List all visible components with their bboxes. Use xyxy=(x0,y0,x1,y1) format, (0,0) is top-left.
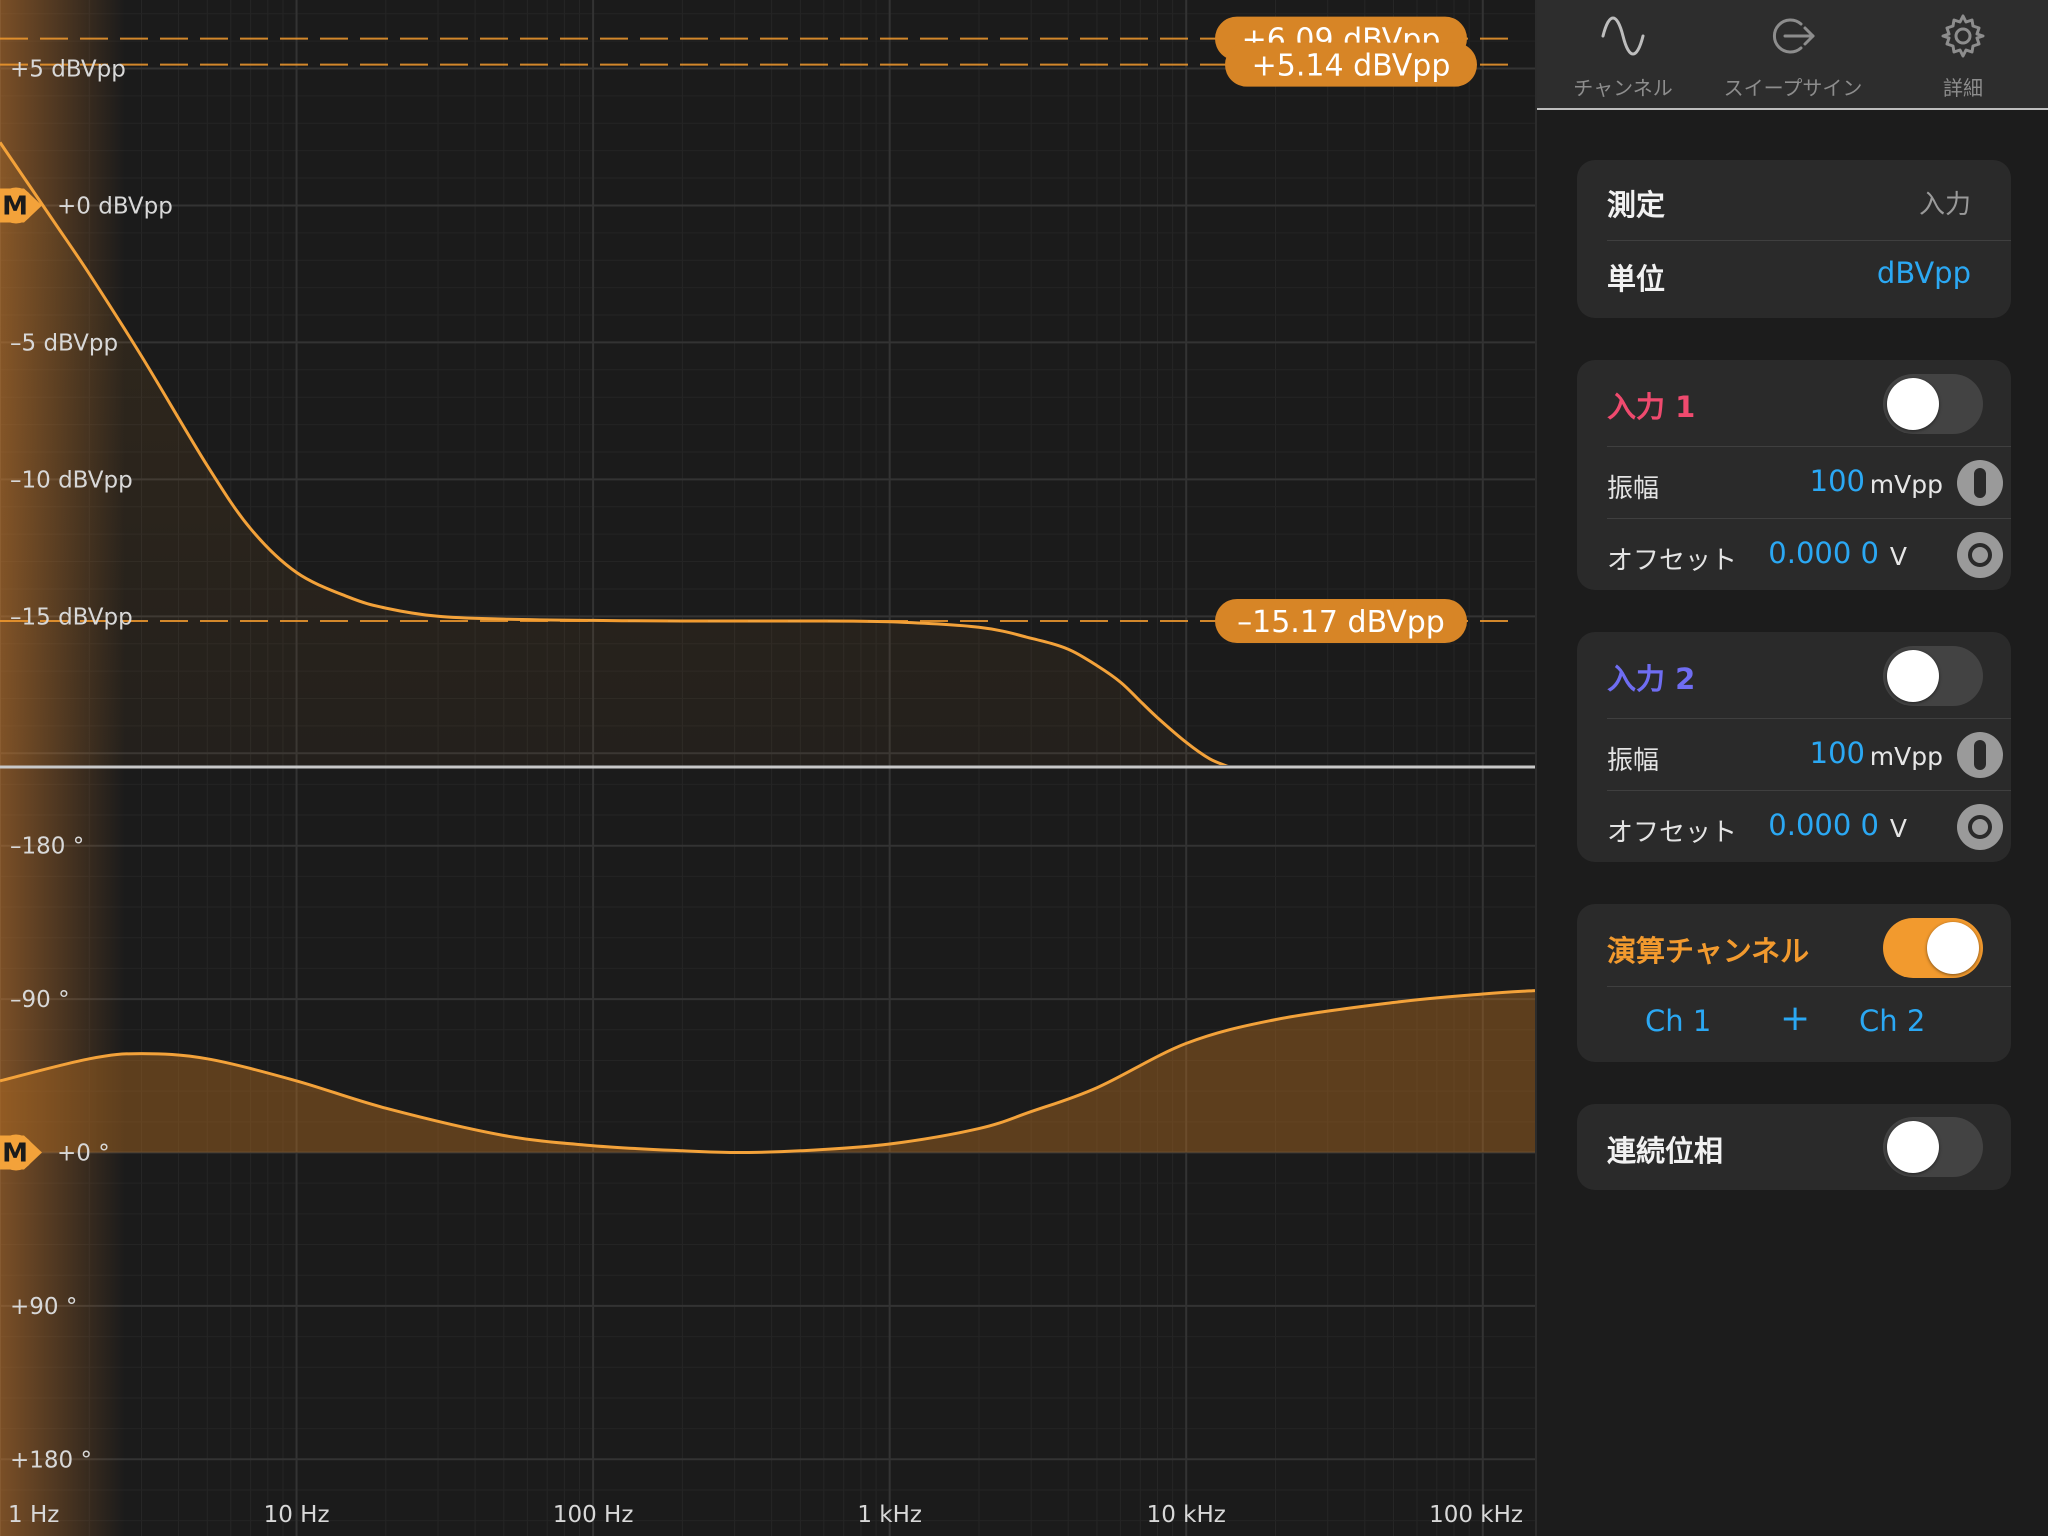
knob-indicator xyxy=(1968,815,1992,839)
math-expression-row: Ch 1 + Ch 2 xyxy=(1577,986,2011,1058)
tab-sweep-sine-label: スイープサイン xyxy=(1723,76,1863,100)
math-channel-title-row: 演算チャンネル xyxy=(1577,904,2011,978)
input1-amplitude-knob[interactable] xyxy=(1957,460,2003,506)
input1-amplitude-label: 振幅 xyxy=(1607,474,1660,504)
math-channel-b[interactable]: Ch 2 xyxy=(1859,1004,1925,1038)
input2-amplitude-knob[interactable] xyxy=(1957,732,2003,778)
x-tick-label: 10 kHz xyxy=(1147,1502,1226,1528)
y-tick-label: –5 dBVpp xyxy=(10,330,118,356)
input1-amplitude-unit: mVpp xyxy=(1869,470,1943,499)
input1-title-row: 入力 1 xyxy=(1577,360,2011,434)
continuous-phase-label: 連続位相 xyxy=(1607,1134,1724,1168)
input1-title: 入力 1 xyxy=(1607,390,1696,424)
input2-offset-knob[interactable] xyxy=(1957,804,2003,850)
unit-row[interactable]: 単位 dBVpp xyxy=(1577,240,2011,312)
plot-area[interactable]: +5 dBVpp +0 dBVpp –5 dBVpp –10 dBVpp –15 dBV… xyxy=(0,0,1535,1536)
x-tick-label: 1 kHz xyxy=(857,1502,922,1528)
tab-channel[interactable]: チャンネル xyxy=(1543,0,1703,108)
continuous-phase-card: 連続位相 xyxy=(1577,1104,2011,1190)
measure-row[interactable]: 測定 入力 xyxy=(1577,160,2011,232)
x-tick-label: 1 Hz xyxy=(8,1502,59,1528)
unit-value: dBVpp xyxy=(1876,256,1971,290)
measurement-card: 測定 入力 単位 dBVpp xyxy=(1577,160,2011,318)
x-tick-label: 100 Hz xyxy=(553,1502,634,1528)
y-tick-label: +5 dBVpp xyxy=(10,56,126,82)
marker-label[interactable]: –15.17 dBVpp xyxy=(1215,598,1467,643)
tab-details-label: 詳細 xyxy=(1943,76,1983,100)
magnitude-fill xyxy=(0,142,1225,765)
input2-title-row: 入力 2 xyxy=(1577,632,2011,706)
input2-amplitude-row: 振幅 100 mVpp xyxy=(1577,718,2011,790)
tab-details[interactable]: 詳細 xyxy=(1883,0,2043,108)
input2-offset-value[interactable]: 0.000 0 xyxy=(1768,808,1879,842)
y-tick-label: –10 dBVpp xyxy=(10,467,133,493)
input2-card: 入力 2 振幅 100 mVpp オフセット 0.000 0 V xyxy=(1577,632,2011,862)
marker-value: +5.14 dBVpp xyxy=(1252,49,1451,84)
toggle-knob xyxy=(1887,650,1939,702)
gear-icon xyxy=(1941,14,1985,58)
input2-offset-row: オフセット 0.000 0 V xyxy=(1577,790,2011,862)
toggle-knob xyxy=(1927,922,1979,974)
math-channel-toggle[interactable] xyxy=(1883,918,1983,978)
tab-sweep-sine[interactable]: スイープサイン xyxy=(1713,0,1873,108)
input1-offset-value[interactable]: 0.000 0 xyxy=(1768,536,1879,570)
input1-amplitude-row: 振幅 100 mVpp xyxy=(1577,446,2011,518)
x-tick-label: 100 kHz xyxy=(1429,1502,1523,1528)
reference-marker-label: M xyxy=(2,1139,28,1169)
tab-channel-label: チャンネル xyxy=(1573,76,1673,100)
marker-label[interactable]: +5.14 dBVpp xyxy=(1225,42,1477,87)
continuous-phase-toggle[interactable] xyxy=(1883,1117,1983,1177)
knob-indicator xyxy=(1974,468,1986,498)
y-tick-label: –15 dBVpp xyxy=(10,604,133,630)
input1-amplitude-value[interactable]: 100 xyxy=(1810,464,1865,498)
y-tick-label: +0 dBVpp xyxy=(57,193,173,219)
frequency-response-plot[interactable]: +5 dBVpp +0 dBVpp –5 dBVpp –10 dBVpp –15 dBV… xyxy=(0,0,1535,1536)
sweep-export-icon xyxy=(1772,18,1815,54)
y-tick-label: –90 ° xyxy=(10,987,70,1013)
math-channel-title: 演算チャンネル xyxy=(1607,934,1810,968)
input1-offset-unit: V xyxy=(1889,542,1907,571)
y-tick-label: +0 ° xyxy=(57,1141,110,1167)
math-channel-a[interactable]: Ch 1 xyxy=(1645,1004,1711,1038)
input2-amplitude-label: 振幅 xyxy=(1607,746,1660,776)
toggle-knob xyxy=(1887,1121,1939,1173)
y-tick-label: +90 ° xyxy=(10,1294,77,1320)
sine-wave-icon xyxy=(1601,16,1645,56)
input2-toggle[interactable] xyxy=(1883,646,1983,706)
input2-offset-label: オフセット xyxy=(1607,818,1738,848)
input1-toggle[interactable] xyxy=(1883,374,1983,434)
input1-offset-knob[interactable] xyxy=(1957,532,2003,578)
y-tick-label: –180 ° xyxy=(10,834,84,860)
y-tick-label: +180 ° xyxy=(10,1447,92,1473)
settings-sidebar: チャンネル スイープサイン 詳細 測定 入力 単位 dBVpp 入力 1 振幅 … xyxy=(1535,0,2048,1536)
measure-value: 入力 xyxy=(1918,190,1971,220)
measure-label: 測定 xyxy=(1607,188,1666,222)
x-tick-label: 10 Hz xyxy=(264,1502,330,1528)
math-operator[interactable]: + xyxy=(1780,998,1810,1039)
input2-offset-unit: V xyxy=(1889,814,1907,843)
input1-offset-row: オフセット 0.000 0 V xyxy=(1577,518,2011,590)
math-channel-card: 演算チャンネル Ch 1 + Ch 2 xyxy=(1577,904,2011,1062)
input1-card: 入力 1 振幅 100 mVpp オフセット 0.000 0 V xyxy=(1577,360,2011,590)
tab-bar: チャンネル スイープサイン 詳細 xyxy=(1537,0,2048,110)
input2-title: 入力 2 xyxy=(1607,662,1696,696)
input2-amplitude-value[interactable]: 100 xyxy=(1810,736,1865,770)
input2-amplitude-unit: mVpp xyxy=(1869,742,1943,771)
input1-offset-label: オフセット xyxy=(1607,546,1738,576)
unit-label: 単位 xyxy=(1607,262,1666,296)
reference-marker-label: M xyxy=(2,191,28,221)
marker-value: –15.17 dBVpp xyxy=(1237,605,1445,640)
knob-indicator xyxy=(1974,740,1986,770)
knob-indicator xyxy=(1968,543,1992,567)
toggle-knob xyxy=(1887,378,1939,430)
